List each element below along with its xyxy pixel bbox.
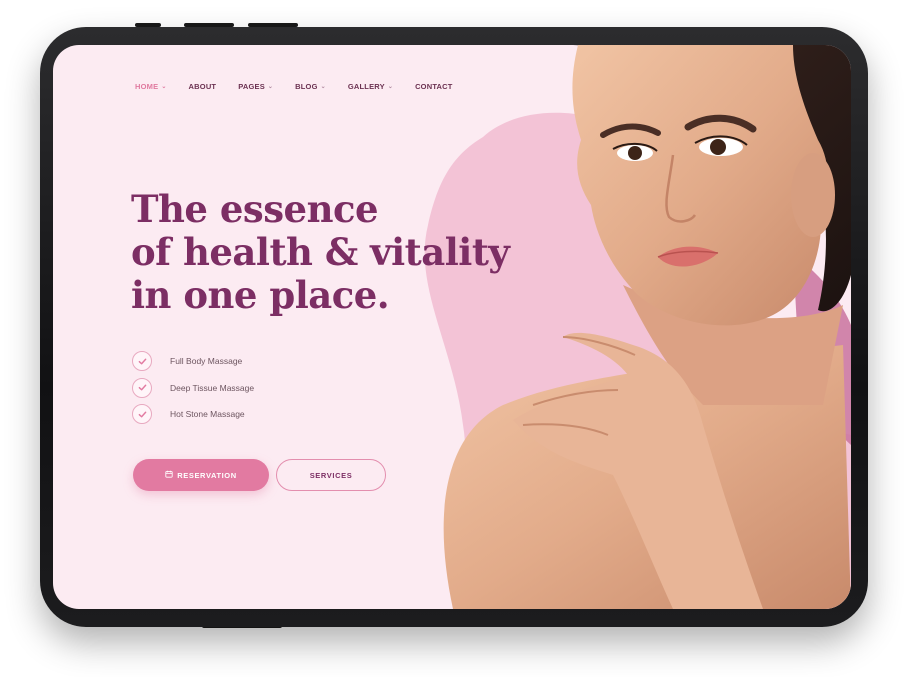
nav-item-label: CONTACT	[415, 82, 453, 91]
nav-item-gallery[interactable]: GALLERY ⌄	[348, 82, 393, 91]
feature-label: Deep Tissue Massage	[170, 382, 255, 393]
list-item: Full Body Massage	[132, 348, 254, 375]
nav-item-blog[interactable]: BLOG ⌄	[295, 82, 326, 91]
feature-label: Hot Stone Massage	[170, 409, 245, 420]
hero-portrait-image	[443, 45, 851, 609]
reservation-button-label: RESERVATION	[177, 470, 237, 480]
nav-item-home[interactable]: HOME ⌄	[135, 82, 167, 91]
feature-list: Full Body Massage Deep Tissue Massage Ho…	[132, 348, 254, 428]
nav-item-label: ABOUT	[188, 82, 217, 91]
nav-item-about[interactable]: ABOUT	[189, 82, 217, 91]
reservation-button[interactable]: RESERVATION	[133, 459, 269, 491]
list-item: Hot Stone Massage	[132, 401, 254, 428]
feature-label: Full Body Massage	[170, 356, 243, 367]
face-shape	[572, 45, 828, 326]
chevron-down-icon: ⌄	[320, 84, 326, 90]
services-button[interactable]: SERVICES	[276, 459, 386, 491]
chevron-down-icon: ⌄	[267, 84, 274, 90]
main-navigation: HOME ⌄ ABOUT PAGES ⌄ BLOG ⌄ GALLERY ⌄ CO…	[135, 82, 475, 91]
chevron-down-icon: ⌄	[161, 84, 167, 90]
chevron-down-icon: ⌄	[387, 84, 394, 90]
headline-line-2: of health & vitality	[131, 230, 510, 274]
screen: HOME ⌄ ABOUT PAGES ⌄ BLOG ⌄ GALLERY ⌄ CO…	[53, 45, 851, 609]
nav-item-label: BLOG	[295, 82, 318, 91]
calendar-icon	[165, 470, 173, 480]
headline-line-3: in one place.	[131, 273, 390, 317]
nav-item-contact[interactable]: CONTACT	[415, 82, 453, 91]
ear-shape	[791, 153, 835, 237]
nav-item-label: PAGES	[238, 82, 265, 91]
nav-item-label: HOME	[135, 82, 159, 91]
nav-item-label: GALLERY	[347, 82, 385, 91]
list-item: Deep Tissue Massage	[132, 375, 254, 402]
check-icon	[132, 404, 152, 425]
check-icon	[132, 351, 152, 372]
check-icon	[132, 377, 152, 398]
headline-line-1: The essence	[131, 187, 379, 231]
services-button-label: SERVICES	[309, 470, 353, 480]
hero-headline: The essence of health & vitality in one …	[131, 188, 511, 317]
nav-item-pages[interactable]: PAGES ⌄	[238, 82, 273, 91]
